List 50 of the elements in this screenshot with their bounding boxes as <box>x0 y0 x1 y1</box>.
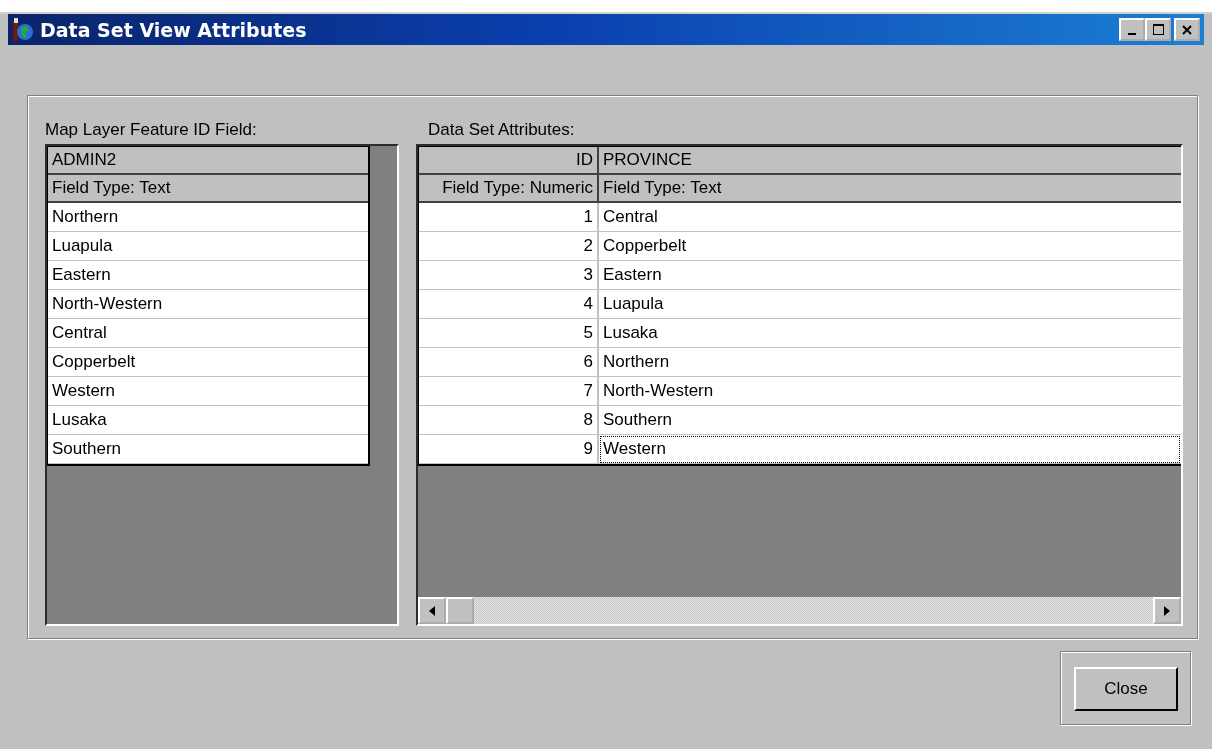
scroll-left-icon[interactable] <box>418 597 446 624</box>
maximize-button[interactable] <box>1145 18 1171 41</box>
table-cell[interactable]: North-Western <box>48 290 368 319</box>
table-cell[interactable]: Southern <box>599 406 1181 435</box>
scroll-right-icon[interactable] <box>1153 597 1181 624</box>
window-title: Data Set View Attributes <box>40 18 307 41</box>
maximize-icon <box>1152 24 1164 35</box>
table-cell[interactable]: Luapula <box>48 232 368 261</box>
table-cell[interactable]: 5 <box>419 319 599 348</box>
table-cell[interactable]: 7 <box>419 377 599 406</box>
table-cell[interactable]: Western <box>48 377 368 406</box>
table-cell[interactable]: Luapula <box>599 290 1181 319</box>
field-type-header: Field Type: Text <box>48 175 368 203</box>
table-cell[interactable]: 8 <box>419 406 599 435</box>
table-cell[interactable]: Central <box>599 203 1181 232</box>
scroll-thumb[interactable] <box>446 597 474 624</box>
table-cell[interactable]: Lusaka <box>599 319 1181 348</box>
table-cell[interactable]: Lusaka <box>48 406 368 435</box>
table-cell[interactable]: Copperbelt <box>48 348 368 377</box>
table-cell[interactable]: 1 <box>419 203 599 232</box>
minimize-icon <box>1128 32 1136 35</box>
table-cell[interactable]: 4 <box>419 290 599 319</box>
table-cell[interactable]: Western <box>599 435 1181 464</box>
minimize-button[interactable] <box>1119 18 1145 41</box>
globe-book-icon <box>12 17 34 42</box>
close-button[interactable]: Close <box>1074 667 1178 711</box>
field-type-header: Field Type: Numeric <box>419 175 599 203</box>
table-cell[interactable]: Eastern <box>48 261 368 290</box>
field-label: Map Layer Feature ID Field: <box>45 119 258 141</box>
table-cell[interactable]: Central <box>48 319 368 348</box>
table-cell[interactable]: Northern <box>48 203 368 232</box>
table-cell[interactable]: 6 <box>419 348 599 377</box>
close-icon <box>1182 24 1192 35</box>
table-cell[interactable]: Southern <box>48 435 368 464</box>
table-cell[interactable]: North-Western <box>599 377 1181 406</box>
field-type-header: Field Type: Text <box>599 175 1181 203</box>
field-label: Data Set Attributes: <box>427 119 576 141</box>
table-cell[interactable]: 3 <box>419 261 599 290</box>
table-cell[interactable]: 2 <box>419 232 599 261</box>
close-window-button[interactable] <box>1174 18 1200 41</box>
column-header[interactable]: ID <box>419 147 599 175</box>
table-cell[interactable]: 9 <box>419 435 599 464</box>
feature-id-grid[interactable]: ADMIN2 Field Type: Text Northern Luapula Eastern North-Western Central Copperbelt Western Lusaka Southern <box>45 144 399 626</box>
column-header[interactable]: ADMIN2 <box>48 147 368 175</box>
table-cell[interactable]: Northern <box>599 348 1181 377</box>
table-cell[interactable]: Copperbelt <box>599 232 1181 261</box>
horizontal-scrollbar[interactable] <box>418 597 1181 624</box>
column-header[interactable]: PROVINCE <box>599 147 1181 175</box>
attributes-grid[interactable]: ID PROVINCE Field Type: Numeric Field Type: Text 1 Central 2 Copperbelt 3 Eastern 4 Luapula 5 Lusaka 6 Northern 7 North-Western 8 Southern 9 Western <box>416 144 1183 626</box>
table-cell[interactable]: Eastern <box>599 261 1181 290</box>
